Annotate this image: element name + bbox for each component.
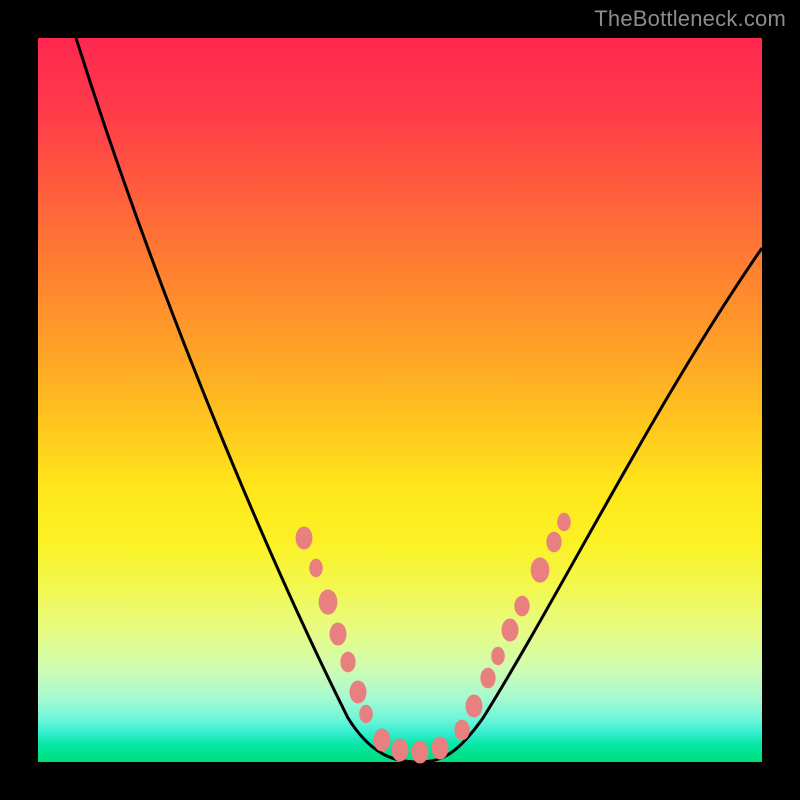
dot-right-4 (491, 647, 505, 665)
dot-right-3 (480, 668, 495, 689)
dot-left-6 (350, 681, 367, 704)
dot-right-6 (514, 596, 529, 617)
dot-left-4 (330, 623, 347, 646)
curve-group (76, 38, 762, 762)
dot-left-1 (296, 527, 313, 550)
dot-right-8 (546, 532, 561, 553)
dot-right-5 (502, 619, 519, 642)
dot-left-2 (309, 559, 323, 577)
dot-base-1 (374, 729, 391, 752)
watermark-text: TheBottleneck.com (594, 6, 786, 32)
dot-left-7 (359, 705, 373, 723)
chart-svg (38, 38, 762, 762)
dot-right-2 (466, 695, 483, 718)
dot-right-1 (454, 720, 469, 741)
dot-right-7 (531, 557, 550, 582)
dot-base-2 (392, 739, 409, 762)
dot-left-3 (319, 589, 338, 614)
dot-base-4 (432, 737, 449, 760)
plot-area (38, 38, 762, 762)
dot-left-5 (340, 652, 355, 673)
dot-right-9 (557, 513, 571, 531)
bottleneck-curve (76, 38, 762, 762)
chart-frame: TheBottleneck.com (0, 0, 800, 800)
dot-base-3 (412, 741, 429, 764)
